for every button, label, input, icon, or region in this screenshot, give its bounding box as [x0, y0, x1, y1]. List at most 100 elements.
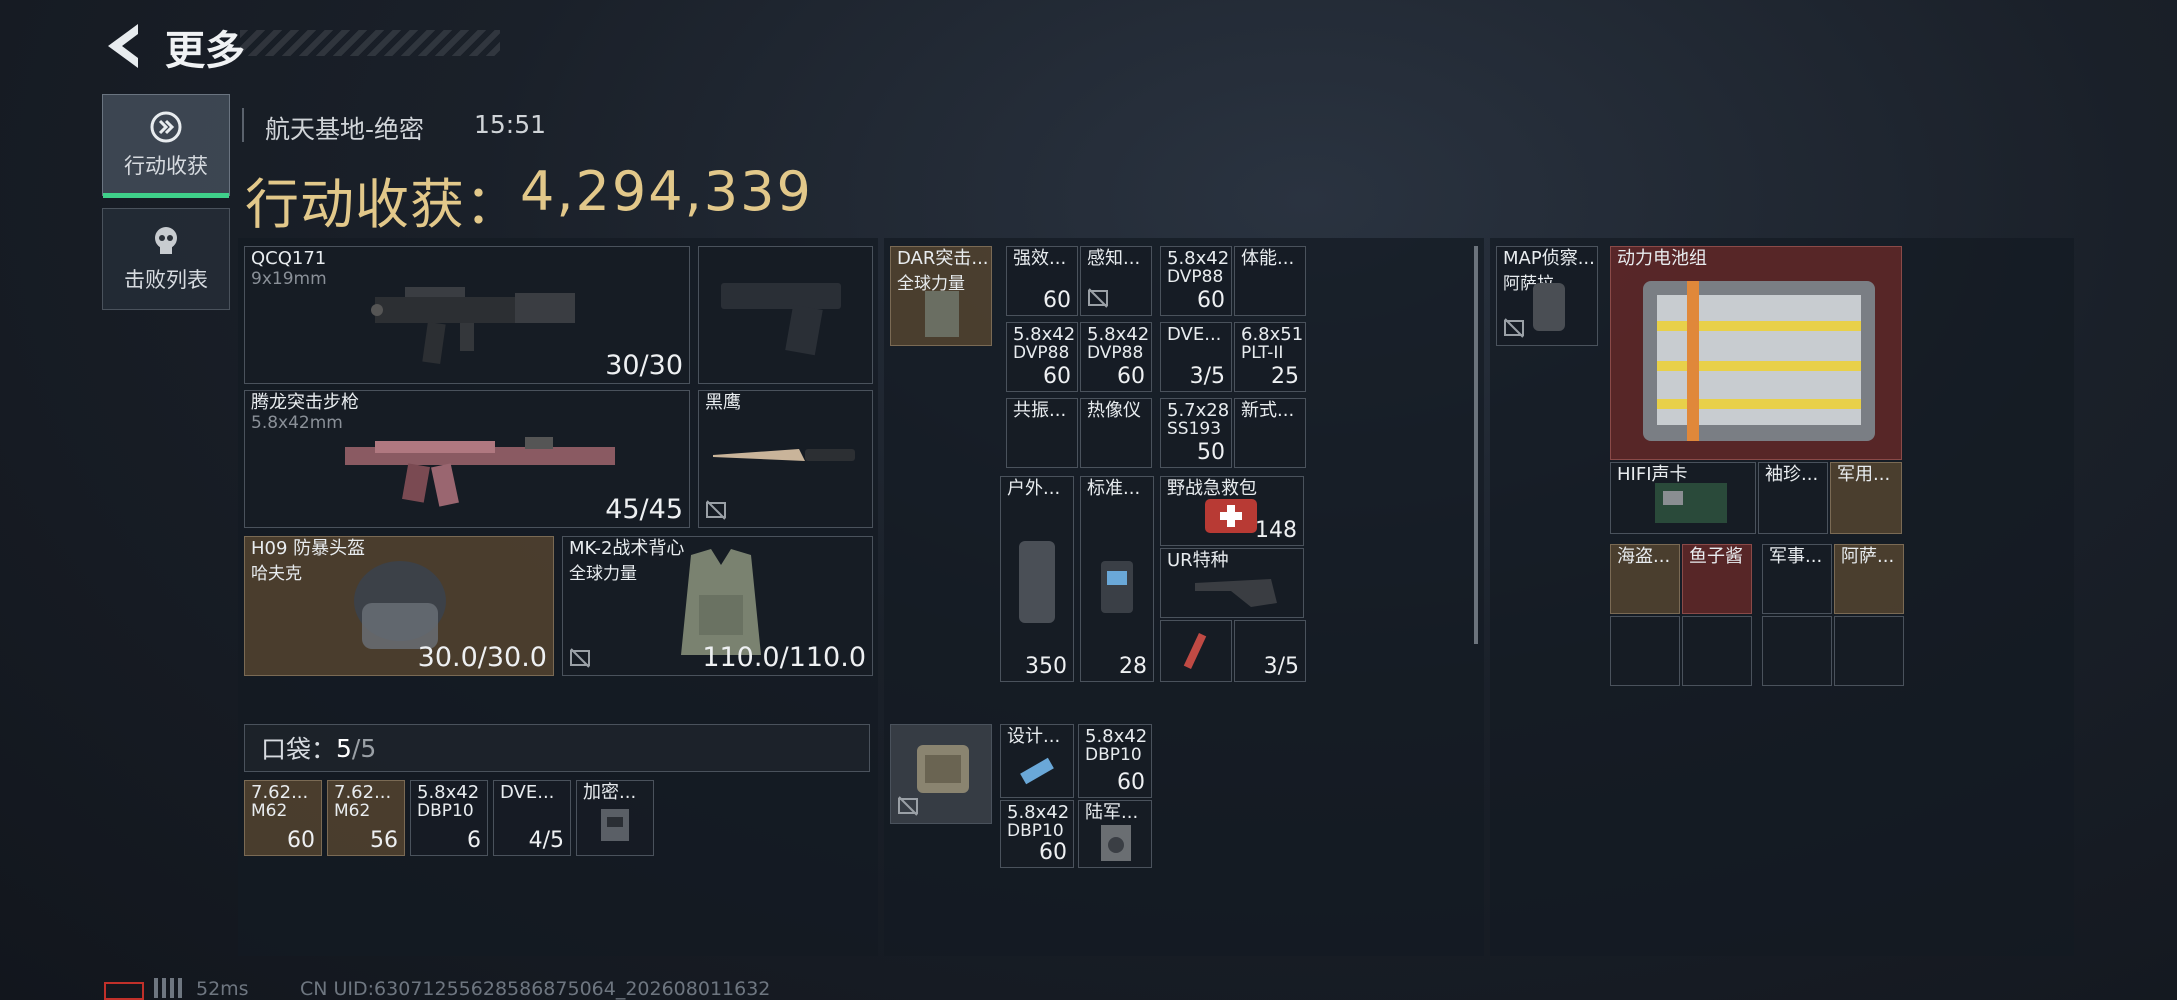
pistol-placeholder-icon: [721, 283, 841, 356]
signal-icon: [154, 978, 184, 998]
rig-item[interactable]: 5.7x28 SS193 50: [1160, 398, 1232, 468]
item-name: 5.8x42: [1007, 802, 1070, 823]
safebox-item[interactable]: 5.8x42 DBP10 60: [1078, 724, 1152, 798]
backpack-item[interactable]: 袖珍...: [1758, 462, 1828, 534]
item-qty: 60: [1043, 288, 1071, 313]
backpack-item[interactable]: 动力电池组: [1610, 246, 1902, 460]
item-qty: 60: [1039, 840, 1067, 865]
item-qty: 60: [287, 828, 315, 853]
weapon-ammo: 30/30: [605, 350, 683, 381]
rig-item[interactable]: 共振...: [1006, 398, 1078, 468]
backpack-item[interactable]: 阿萨...: [1834, 544, 1904, 614]
item-qty: 4/5: [528, 828, 564, 853]
tab-loot-label: 行动收获: [124, 154, 208, 178]
vest-slot[interactable]: MK-2战术背心 全球力量 110.0/110.0: [562, 536, 873, 676]
item-qty: 148: [1255, 518, 1297, 543]
loot-value: 4,294,339: [520, 160, 813, 223]
rig-item[interactable]: UR特种: [1160, 548, 1304, 618]
item-name: 5.8x42: [1085, 726, 1148, 747]
backpack-item[interactable]: 海盗...: [1610, 544, 1680, 614]
item-name: 强效...: [1013, 248, 1067, 269]
backpack-item[interactable]: 鱼子酱: [1682, 544, 1752, 614]
backpack-item[interactable]: HIFI声卡: [1610, 462, 1756, 534]
item-name: 7.62...: [334, 782, 392, 803]
backpack-slot[interactable]: MAP侦察... 阿萨拉: [1496, 246, 1598, 346]
item-qty: 25: [1271, 364, 1299, 389]
rig-item[interactable]: 5.8x42 DVP88 60: [1006, 322, 1078, 392]
safebox-item[interactable]: 5.8x42 DBP10 60: [1000, 800, 1074, 868]
rig-item[interactable]: 标准... 28: [1080, 476, 1154, 682]
chest-rig-slot[interactable]: DAR突击... 全球力量: [890, 246, 992, 346]
item-sub: SS193: [1167, 419, 1222, 439]
page-title: 更多: [165, 28, 245, 74]
item-qty: 56: [370, 828, 398, 853]
safebox-item[interactable]: 陆军...: [1078, 800, 1152, 868]
item-name: 5.8x42: [1087, 324, 1150, 345]
pocket-item[interactable]: 7.62... M62 60: [244, 780, 322, 856]
pocket-item[interactable]: 7.62... M62 56: [327, 780, 405, 856]
rig-item[interactable]: 感知...: [1080, 246, 1152, 316]
melee-slot[interactable]: 黑鹰: [698, 390, 873, 528]
rig-item[interactable]: 新式...: [1234, 398, 1306, 468]
backpack-item[interactable]: 军事...: [1762, 544, 1832, 614]
item-name: 军用...: [1837, 464, 1891, 485]
pockets-capacity: /5: [351, 733, 377, 763]
tab-loot[interactable]: 行动收获: [102, 94, 230, 198]
item-name: 陆军...: [1085, 802, 1139, 823]
item-name: 5.8x42: [1167, 248, 1230, 269]
backpack-item[interactable]: 军用...: [1830, 462, 1902, 534]
item-name: 5.8x42: [417, 782, 480, 803]
primary-weapon-slot[interactable]: QCQ171 9x19mm 30/30: [244, 246, 690, 384]
safebox-slot[interactable]: [890, 724, 992, 824]
item-qty: 350: [1025, 654, 1067, 679]
rig-item[interactable]: 体能...: [1234, 246, 1306, 316]
rig-item[interactable]: 5.8x42 DVP88 60: [1080, 322, 1152, 392]
tab-defeated-list[interactable]: 击败列表: [102, 208, 230, 310]
pocket-item[interactable]: 5.8x42 DBP10 6: [410, 780, 488, 856]
rig-item[interactable]: DVE... 3/5: [1160, 322, 1232, 392]
item-name: UR特种: [1167, 550, 1229, 571]
loot-value-label: 行动收获：: [245, 173, 520, 236]
item-qty: 60: [1117, 364, 1145, 389]
helmet-slot[interactable]: H09 防暴头盔 哈夫克 30.0/30.0: [244, 536, 554, 676]
safebox-item[interactable]: 设计...: [1000, 724, 1074, 798]
rig-scrollbar[interactable]: [1474, 246, 1478, 644]
rig-item[interactable]: 户外... 350: [1000, 476, 1074, 682]
backpack-item[interactable]: [1682, 616, 1752, 686]
backpack-item[interactable]: [1834, 616, 1904, 686]
backpack-item[interactable]: [1610, 616, 1680, 686]
secondary-weapon-slot[interactable]: 腾龙突击步枪 5.8x42mm 45/45: [244, 390, 690, 528]
rig-item[interactable]: 热像仪: [1080, 398, 1152, 468]
rig-item[interactable]: 强效... 60: [1006, 246, 1078, 316]
pistol-slot[interactable]: [698, 246, 873, 384]
pocket-item[interactable]: 加密...: [576, 780, 654, 856]
rig-item[interactable]: 6.8x51 PLT-II 25: [1234, 322, 1306, 392]
item-qty: 3/5: [1263, 654, 1299, 679]
item-name: 体能...: [1241, 248, 1295, 269]
backpack-item[interactable]: [1762, 616, 1832, 686]
uid: CN UID:630712556285868750​64_20260801163…: [300, 978, 771, 1000]
rig-item[interactable]: [1160, 620, 1232, 682]
item-sub: DBP10: [417, 801, 474, 821]
item-name: 7.62...: [251, 782, 309, 803]
rifle-icon: [345, 437, 615, 507]
item-name: 标准...: [1087, 478, 1141, 499]
battery-icon: [1101, 561, 1133, 613]
rig-item[interactable]: 3/5: [1234, 620, 1306, 682]
unbound-icon: [1088, 288, 1108, 308]
item-sub: DVP88: [1167, 267, 1224, 287]
rig-item[interactable]: 5.8x42 DVP88 60: [1160, 246, 1232, 316]
keycard-icon: [601, 809, 629, 841]
ping: 52ms: [196, 978, 249, 1000]
back-button[interactable]: [100, 18, 150, 74]
pockets-count: 5: [336, 733, 352, 763]
vest-durability: 110.0/110.0: [702, 642, 866, 673]
item-name: DVE...: [500, 782, 555, 803]
melee-name: 黑鹰: [705, 392, 741, 413]
chest-rig-icon: [925, 291, 959, 337]
loot-icon: [150, 111, 182, 143]
smg-icon: [371, 287, 575, 365]
pocket-item[interactable]: DVE... 4/5: [493, 780, 571, 856]
pockets-header: 口袋： 5 /5: [244, 724, 870, 772]
rig-item[interactable]: 野战急救包 148: [1160, 476, 1304, 546]
